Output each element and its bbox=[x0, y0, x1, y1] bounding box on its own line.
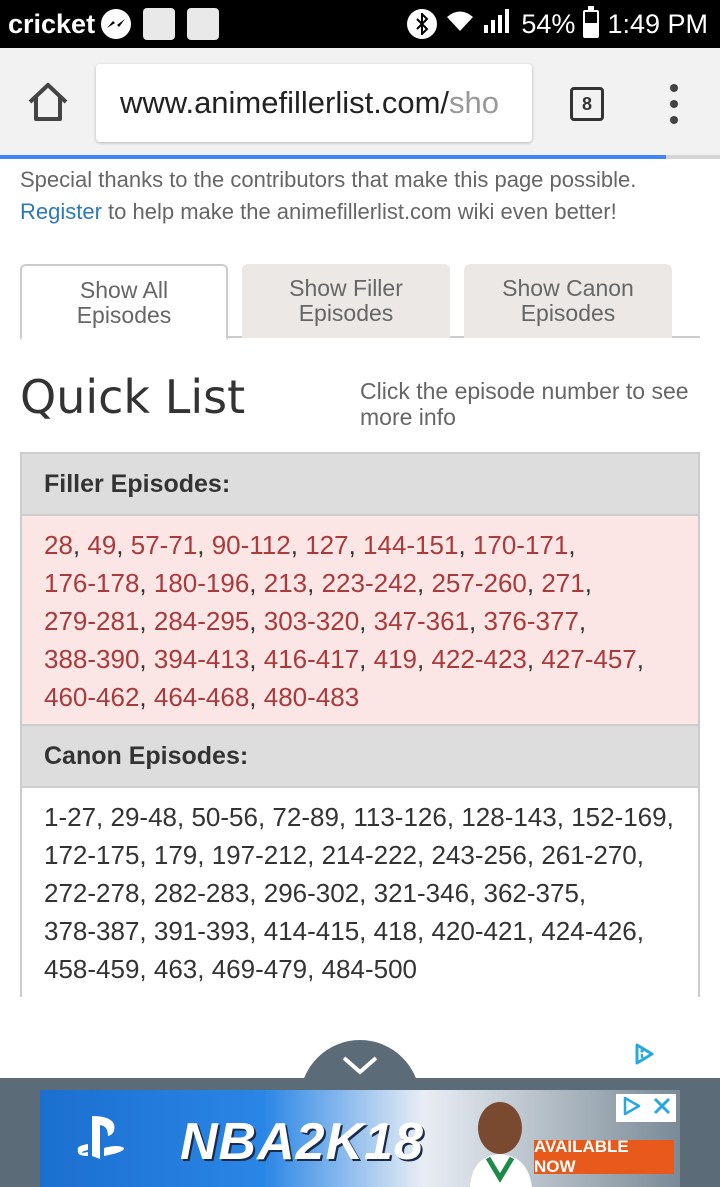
episode-link[interactable]: 271 bbox=[541, 568, 584, 598]
wifi-icon bbox=[445, 9, 475, 40]
playstation-logo-icon bbox=[70, 1108, 130, 1168]
canon-heading: Canon Episodes: bbox=[22, 726, 698, 788]
ad-cta-button[interactable]: AVAILABLE NOW bbox=[534, 1137, 674, 1176]
episode-link[interactable]: 57-71 bbox=[131, 530, 198, 560]
filler-heading: Filler Episodes: bbox=[22, 454, 698, 516]
episode-link[interactable]: 422-423 bbox=[431, 644, 526, 674]
episode-link[interactable]: 427-457 bbox=[541, 644, 636, 674]
episode-link[interactable]: 418 bbox=[374, 916, 417, 946]
episode-link[interactable]: 284-295 bbox=[154, 606, 249, 636]
player-image bbox=[460, 1098, 540, 1187]
episode-link[interactable]: 243-256 bbox=[431, 840, 526, 870]
episode-link[interactable]: 272-278 bbox=[44, 878, 139, 908]
episode-link[interactable]: 128-143 bbox=[461, 802, 556, 832]
episode-link[interactable]: 484-500 bbox=[322, 954, 417, 984]
episode-link[interactable]: 391-393 bbox=[154, 916, 249, 946]
episode-link[interactable]: 480-483 bbox=[264, 682, 359, 712]
episode-link[interactable]: 296-302 bbox=[264, 878, 359, 908]
episode-link[interactable]: 197-212 bbox=[212, 840, 307, 870]
canon-episodes-list: 1-27, 29-48, 50-56, 72-89, 113-126, 128-… bbox=[22, 788, 698, 1002]
notification-icon bbox=[187, 8, 220, 40]
episode-link[interactable]: 223-242 bbox=[322, 568, 417, 598]
episode-link[interactable]: 49 bbox=[87, 530, 116, 560]
episode-link[interactable]: 463 bbox=[154, 954, 197, 984]
episode-link[interactable]: 458-459 bbox=[44, 954, 139, 984]
battery-icon bbox=[583, 6, 600, 38]
episode-link[interactable]: 378-387 bbox=[44, 916, 139, 946]
browser-toolbar: www.animefillerlist.com/sho 8 bbox=[0, 48, 720, 158]
episode-link[interactable]: 1-27 bbox=[44, 802, 96, 832]
episode-filter-tabs: Show All Episodes Show Filler Episodes Sho… bbox=[20, 264, 700, 340]
overflow-menu-icon[interactable] bbox=[664, 84, 684, 124]
episode-link[interactable]: 469-479 bbox=[212, 954, 307, 984]
episode-link[interactable]: 464-468 bbox=[154, 682, 249, 712]
filler-episodes-list: 28, 49, 57-71, 90-112, 127, 144-151, 170… bbox=[22, 516, 698, 726]
episode-link[interactable]: 261-270 bbox=[541, 840, 636, 870]
close-icon[interactable] bbox=[652, 1096, 672, 1121]
quick-list-hint: Click the episode number to see more inf… bbox=[360, 378, 689, 430]
home-icon[interactable] bbox=[24, 78, 72, 126]
episode-link[interactable]: 127 bbox=[305, 530, 348, 560]
episode-link[interactable]: 179 bbox=[154, 840, 197, 870]
episode-link[interactable]: 414-415 bbox=[264, 916, 359, 946]
episode-link[interactable]: 257-260 bbox=[431, 568, 526, 598]
episode-link[interactable]: 303-320 bbox=[264, 606, 359, 636]
episode-link[interactable]: 170-171 bbox=[473, 530, 568, 560]
episode-link[interactable]: 279-281 bbox=[44, 606, 139, 636]
episode-link[interactable]: 376-377 bbox=[484, 606, 579, 636]
ad-choices-icon[interactable] bbox=[632, 1042, 656, 1066]
episode-link[interactable]: 152-169 bbox=[571, 802, 666, 832]
episode-link[interactable]: 28 bbox=[44, 530, 73, 560]
carrier-name: cricket bbox=[8, 8, 96, 39]
episode-link[interactable]: 419 bbox=[374, 644, 417, 674]
episode-link[interactable]: 321-346 bbox=[374, 878, 469, 908]
episode-link[interactable]: 29-48 bbox=[111, 802, 178, 832]
episode-link[interactable]: 394-413 bbox=[154, 644, 249, 674]
bluetooth-icon bbox=[407, 9, 438, 39]
episode-link[interactable]: 282-283 bbox=[154, 878, 249, 908]
episode-link[interactable]: 180-196 bbox=[154, 568, 249, 598]
clock: 1:49 PM bbox=[607, 8, 708, 39]
episode-link[interactable]: 424-426 bbox=[541, 916, 636, 946]
ad-title: NBA2K18 bbox=[180, 1113, 424, 1171]
battery-percent: 54% bbox=[521, 8, 576, 39]
episode-link[interactable]: 176-178 bbox=[44, 568, 139, 598]
notification-icon bbox=[143, 8, 176, 40]
episode-link[interactable]: 214-222 bbox=[322, 840, 417, 870]
episode-link[interactable]: 362-375 bbox=[484, 878, 579, 908]
ad-info-icon[interactable] bbox=[621, 1095, 643, 1122]
episode-link[interactable]: 144-151 bbox=[363, 530, 458, 560]
episode-link[interactable]: 416-417 bbox=[264, 644, 359, 674]
episode-link[interactable]: 90-112 bbox=[212, 530, 291, 560]
tab-show-filler[interactable]: Show Filler Episodes bbox=[242, 264, 450, 338]
page-load-progress bbox=[0, 155, 720, 159]
page-title: Quick List bbox=[20, 370, 246, 424]
episode-link[interactable]: 213 bbox=[264, 568, 307, 598]
signal-icon bbox=[483, 7, 513, 42]
messenger-icon bbox=[101, 9, 132, 39]
episode-link[interactable]: 50-56 bbox=[191, 802, 258, 832]
episode-link[interactable]: 172-175 bbox=[44, 840, 139, 870]
ad-banner[interactable]: NBA2K18 AVAILABLE NOW bbox=[40, 1090, 680, 1187]
quick-list-table: Filler Episodes: 28, 49, 57-71, 90-112, … bbox=[20, 452, 700, 1002]
episode-link[interactable]: 460-462 bbox=[44, 682, 139, 712]
episode-link[interactable]: 72-89 bbox=[272, 802, 339, 832]
thanks-text: Special thanks to the contributors that … bbox=[20, 167, 637, 224]
episode-link[interactable]: 420-421 bbox=[431, 916, 526, 946]
status-bar: cricket 54% 1:49 PM bbox=[0, 0, 720, 48]
register-link[interactable]: Register bbox=[20, 199, 102, 224]
episode-link[interactable]: 347-361 bbox=[374, 606, 469, 636]
ad-close-controls[interactable] bbox=[616, 1094, 676, 1122]
episode-link[interactable]: 113-126 bbox=[353, 802, 447, 832]
url-bar[interactable]: www.animefillerlist.com/sho bbox=[96, 64, 532, 142]
url-text: www.animefillerlist.com/sho bbox=[120, 85, 499, 120]
tab-show-canon[interactable]: Show Canon Episodes bbox=[464, 264, 672, 338]
episode-link[interactable]: 388-390 bbox=[44, 644, 139, 674]
tab-show-all[interactable]: Show All Episodes bbox=[20, 264, 228, 340]
tab-switcher-button[interactable]: 8 bbox=[570, 87, 604, 121]
